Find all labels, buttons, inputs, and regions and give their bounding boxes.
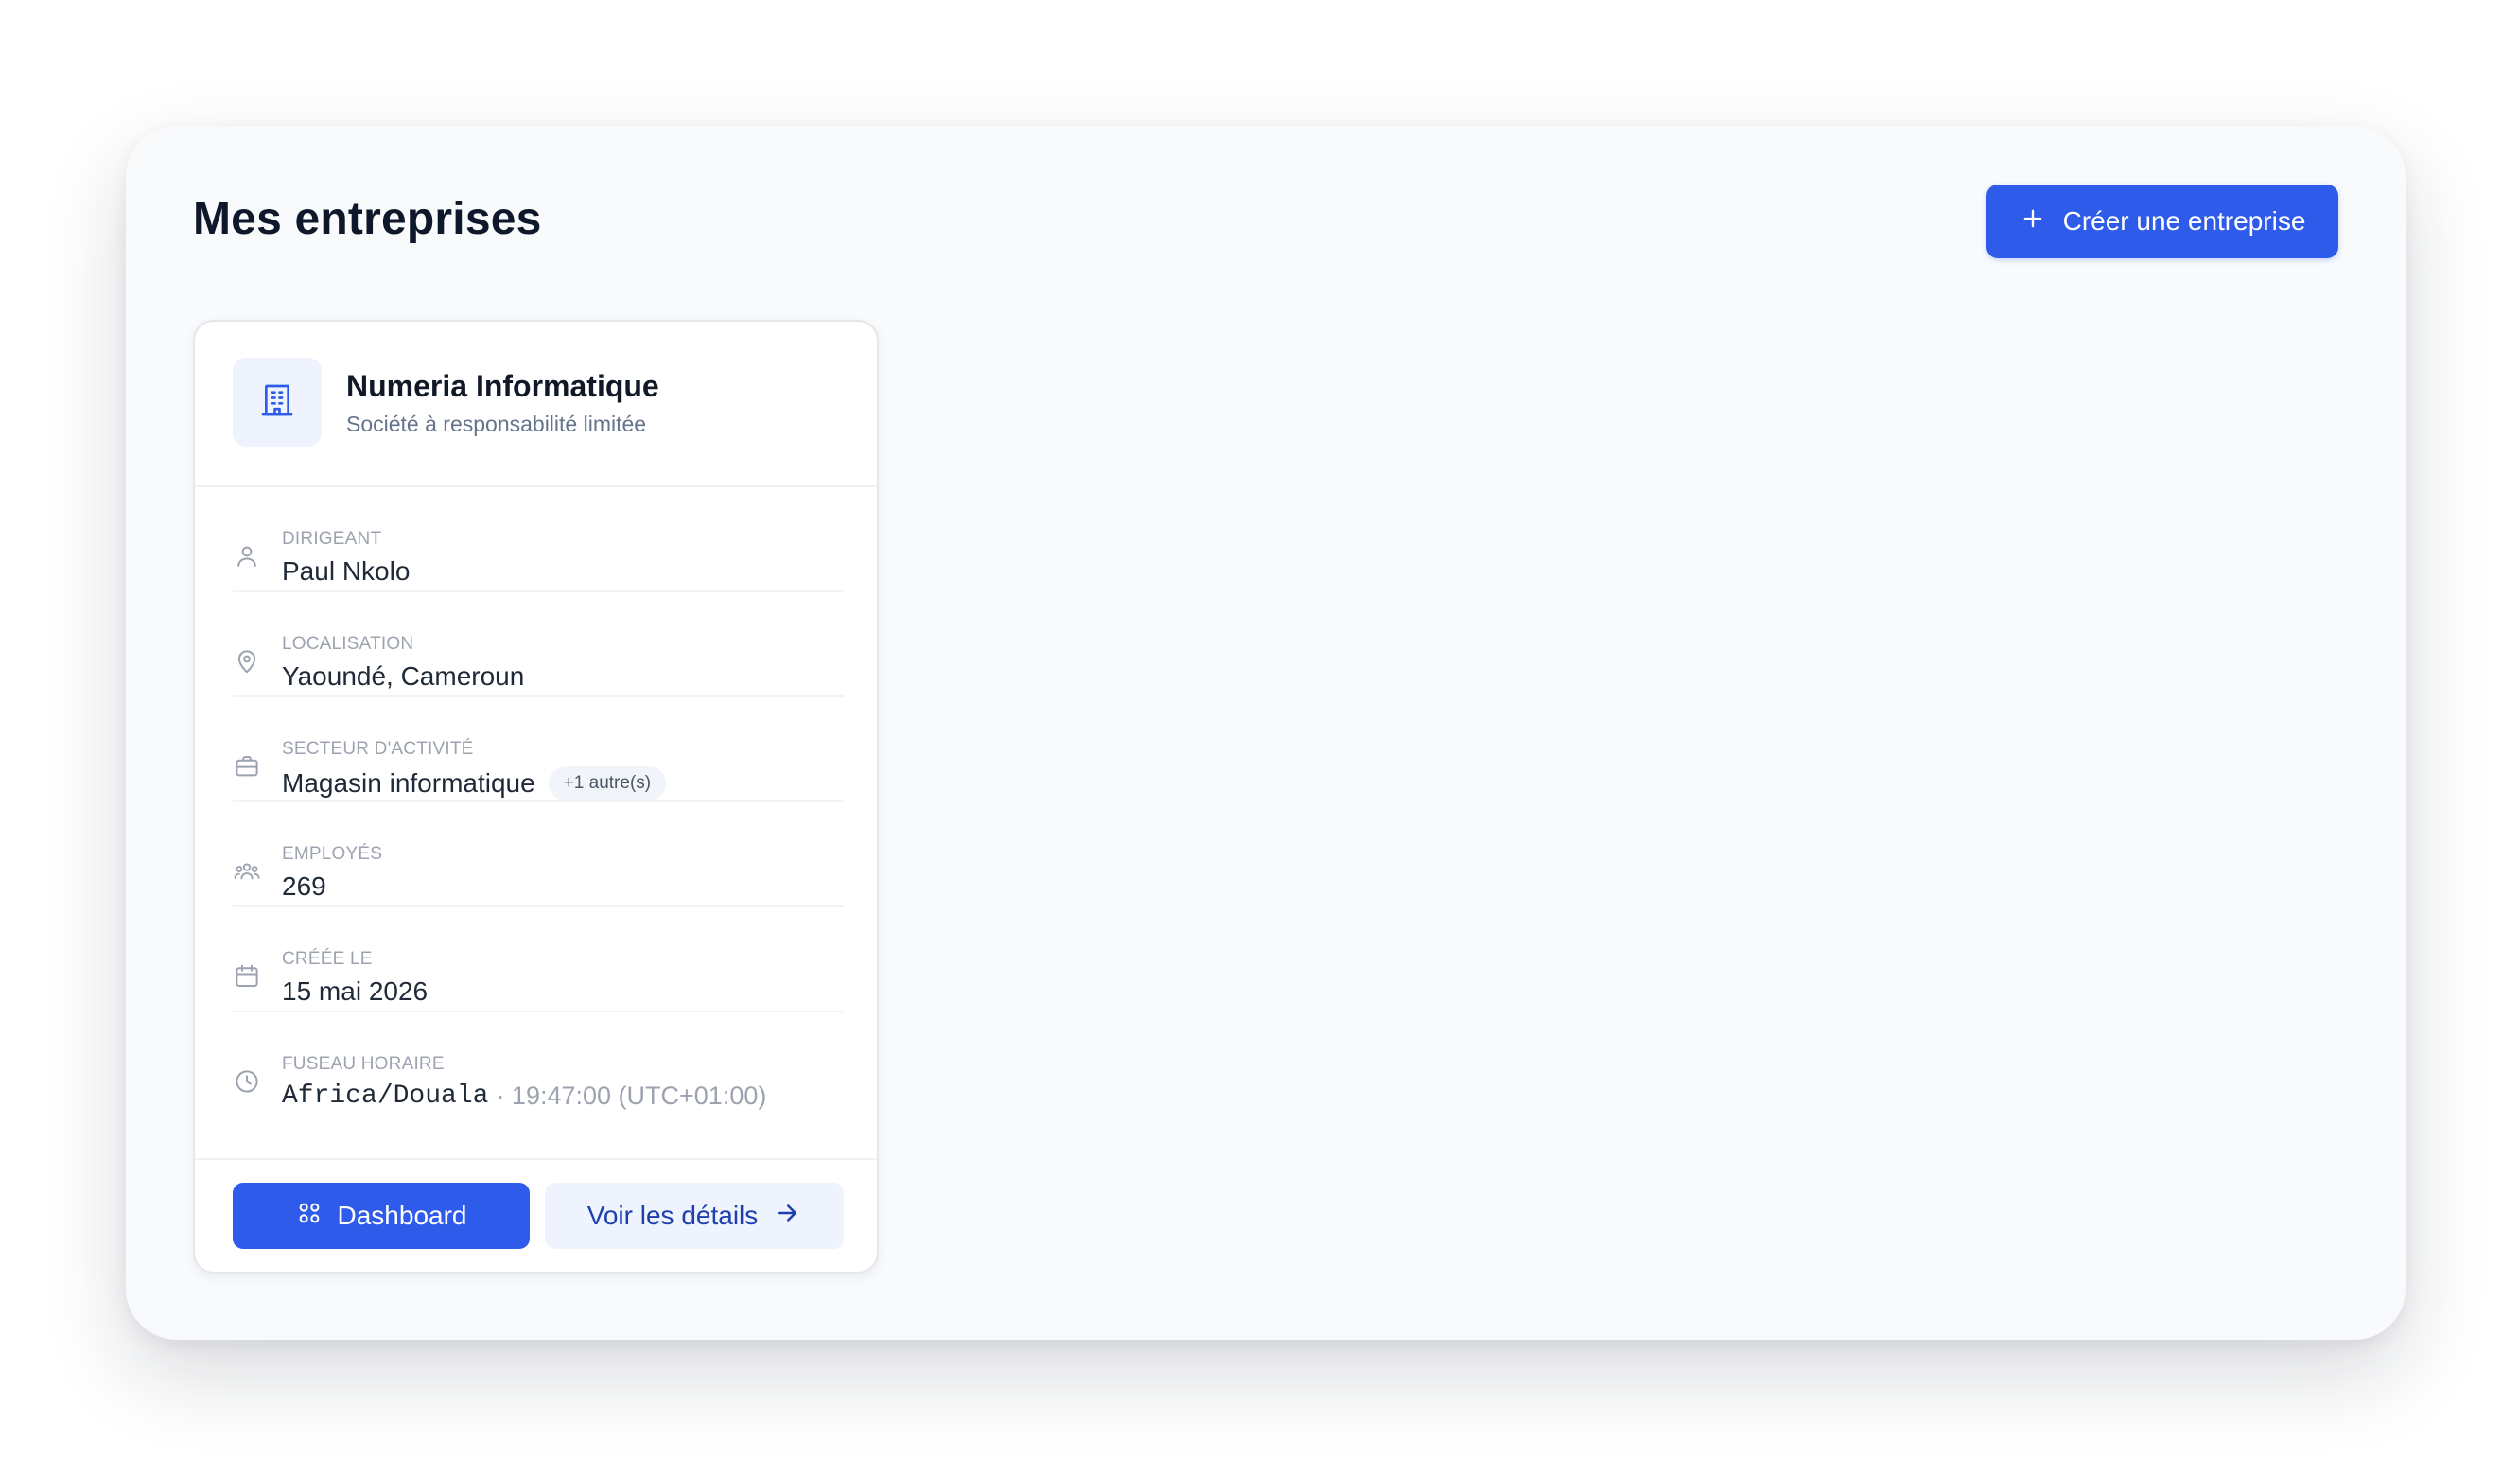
employees-value: 269: [282, 871, 326, 902]
page-background: Mes entreprises Créer une entreprise Num…: [0, 0, 2520, 1459]
info-row-leader: Dirigeant Paul Nkolo: [233, 487, 844, 592]
leader-value: Paul Nkolo: [282, 556, 410, 587]
timezone-name: Africa/Douala: [282, 1081, 489, 1111]
info-row-created: Créée le 15 mai 2026: [233, 907, 844, 1012]
company-card: Numeria Informatique Société à responsab…: [193, 320, 879, 1274]
clock-icon: [233, 1067, 261, 1096]
location-label: Localisation: [282, 634, 414, 654]
map-pin-icon: [233, 647, 261, 676]
calendar-icon: [233, 962, 261, 991]
sector-value: Magasin informatique +1 autre(s): [282, 766, 667, 800]
sector-extra-badge: +1 autre(s): [548, 766, 667, 800]
timezone-label: Fuseau horaire: [282, 1054, 445, 1074]
company-name: Numeria Informatique: [346, 369, 659, 403]
timezone-detail: · 19:47:00 (UTC+01:00): [496, 1081, 767, 1110]
create-company-label: Créer une entreprise: [2062, 206, 2306, 236]
employees-count: 269: [282, 871, 326, 901]
grid-icon: [296, 1200, 323, 1233]
sector-text: Magasin informatique: [282, 768, 535, 798]
location-value: Yaoundé, Cameroun: [282, 661, 524, 692]
create-company-button[interactable]: Créer une entreprise: [1986, 185, 2338, 258]
info-row-timezone: Fuseau horaire Africa/Douala · 19:47:00 …: [233, 1012, 844, 1117]
leader-name: Paul Nkolo: [282, 556, 411, 586]
created-value: 15 mai 2026: [282, 976, 428, 1007]
location-text: Yaoundé, Cameroun: [282, 661, 525, 691]
created-label: Créée le: [282, 949, 373, 969]
user-icon: [233, 542, 261, 571]
details-label: Voir les détails: [586, 1201, 759, 1230]
info-row-sector: Secteur d'activité Magasin informatique …: [233, 697, 844, 802]
view-details-button[interactable]: Voir les détails: [545, 1183, 844, 1249]
dashboard-label: Dashboard: [337, 1201, 467, 1230]
briefcase-icon: [233, 752, 261, 781]
page-title: Mes entreprises: [193, 194, 542, 244]
created-date: 15 mai 2026: [282, 976, 429, 1006]
company-info-list: Dirigeant Paul Nkolo Localisation Yaound…: [233, 487, 844, 1117]
timezone-value: Africa/Douala · 19:47:00 (UTC+01:00): [282, 1081, 766, 1111]
sector-label: Secteur d'activité: [282, 739, 474, 759]
info-row-employees: Employés 269: [233, 802, 844, 907]
building-icon: [258, 381, 296, 424]
company-logo: [233, 358, 322, 447]
info-row-location: Localisation Yaoundé, Cameroun: [233, 592, 844, 697]
company-legal-type: Société à responsabilité limitée: [346, 412, 647, 436]
leader-label: Dirigeant: [282, 529, 382, 549]
arrow-right-icon: [773, 1199, 801, 1234]
plus-icon: [2020, 205, 2046, 238]
company-card-header: Numeria Informatique Société à responsab…: [195, 322, 877, 487]
employees-label: Employés: [282, 844, 383, 864]
dashboard-button[interactable]: Dashboard: [233, 1183, 530, 1249]
company-card-footer: Dashboard Voir les détails: [195, 1158, 877, 1272]
users-icon: [233, 857, 261, 886]
